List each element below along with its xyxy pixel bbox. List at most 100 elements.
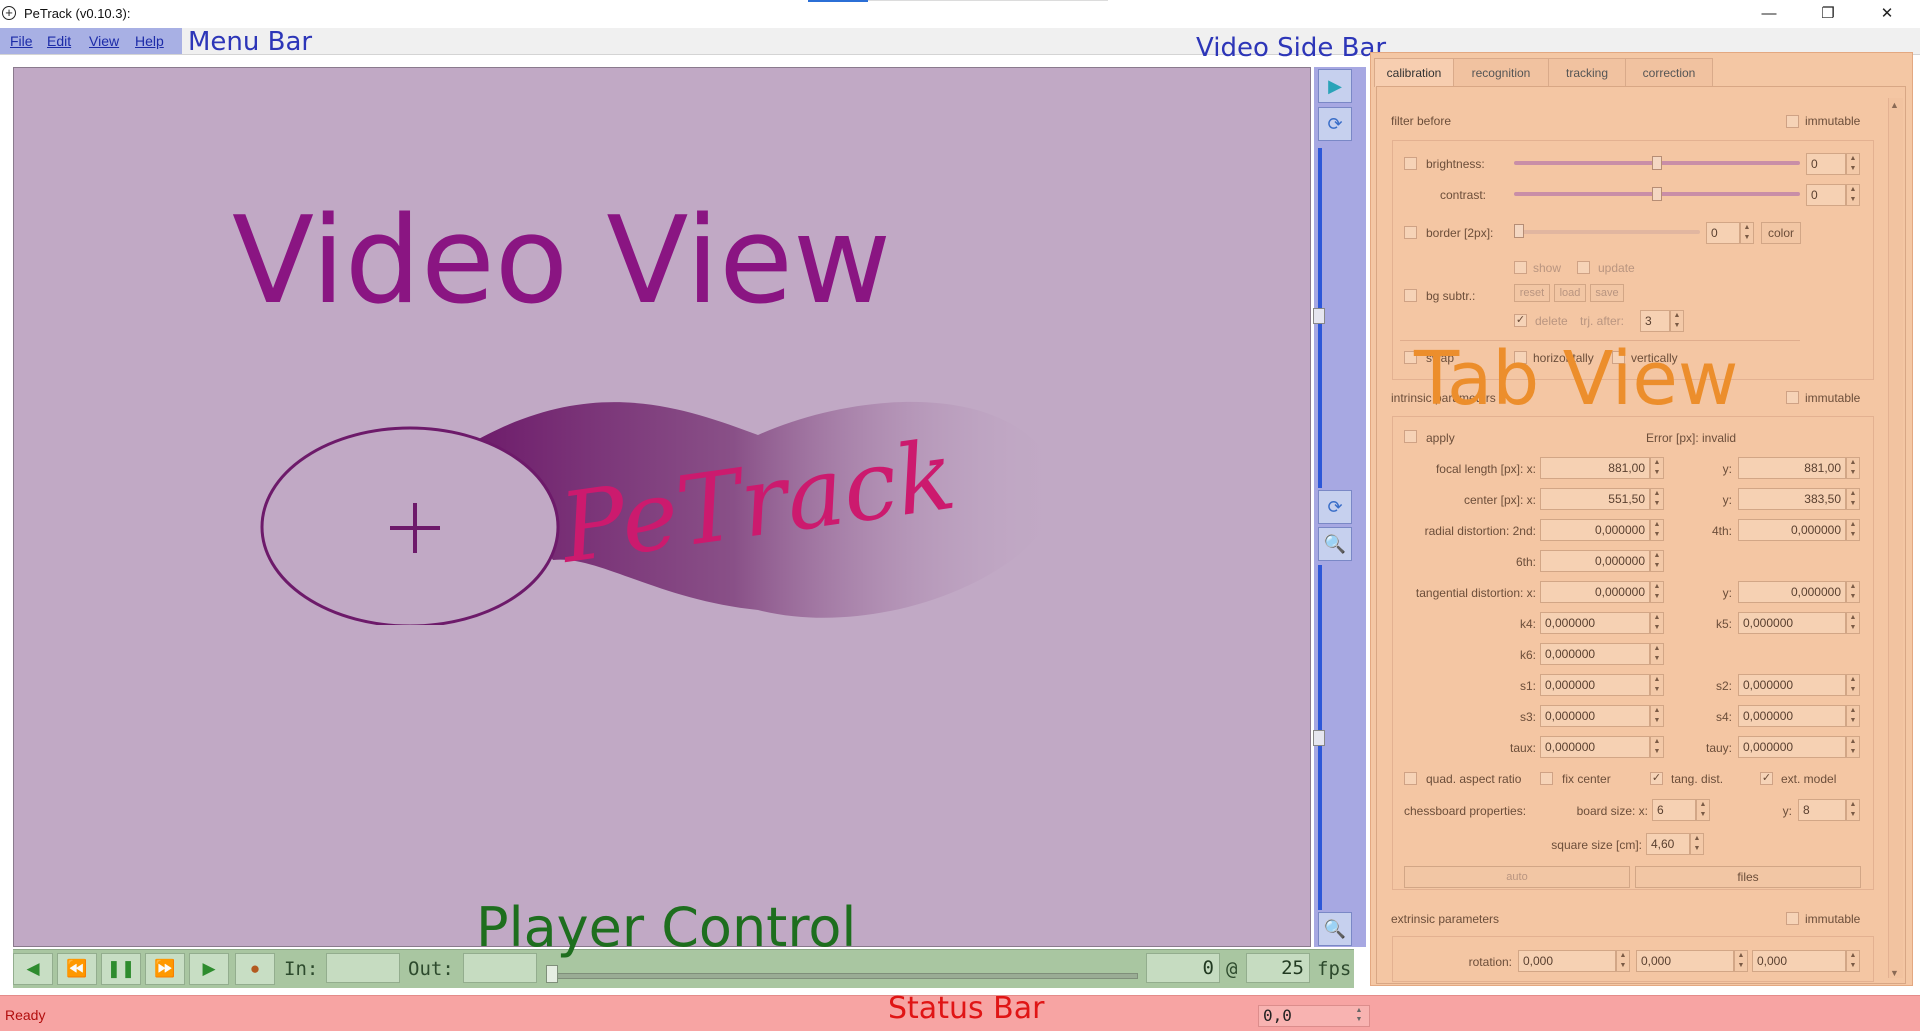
- border-checkbox[interactable]: [1404, 226, 1417, 239]
- coordinate-spin[interactable]: ▲ ▼: [1350, 1006, 1368, 1026]
- frame-number-field[interactable]: 0: [1146, 953, 1220, 983]
- taux-spin[interactable]: ▲ ▼: [1650, 736, 1664, 758]
- s3-value[interactable]: 0,000000: [1540, 705, 1650, 727]
- zoom-icon[interactable]: 🔍: [1318, 912, 1352, 946]
- radial-4th-spin[interactable]: ▲ ▼: [1846, 519, 1860, 541]
- focal-length-y[interactable]: 881,00: [1738, 457, 1846, 479]
- tangential-y-spin[interactable]: ▲ ▼: [1846, 581, 1860, 603]
- minimize-button[interactable]: —: [1740, 0, 1798, 28]
- radial-2nd-spin[interactable]: ▲ ▼: [1650, 519, 1664, 541]
- k5-value[interactable]: 0,000000: [1738, 612, 1846, 634]
- bg-delete-checkbox[interactable]: ✓: [1514, 314, 1527, 327]
- rotation-x-spin[interactable]: ▲ ▼: [1616, 950, 1630, 972]
- border-spin[interactable]: ▲ ▼: [1740, 222, 1754, 244]
- tab-calibration[interactable]: calibration: [1374, 58, 1454, 87]
- k6-value[interactable]: 0,000000: [1540, 643, 1650, 665]
- skip-back-icon[interactable]: ◀: [13, 953, 53, 985]
- tab-scrollbar[interactable]: [1888, 98, 1903, 978]
- tab-recognition[interactable]: recognition: [1453, 58, 1549, 87]
- radial-2nd[interactable]: 0,000000: [1540, 519, 1650, 541]
- fix-center-checkbox[interactable]: [1540, 772, 1553, 785]
- menu-help[interactable]: Help: [135, 33, 164, 49]
- k4-spin[interactable]: ▲ ▼: [1650, 612, 1664, 634]
- board-size-y-spin[interactable]: ▲ ▼: [1846, 799, 1860, 821]
- bg-save-button[interactable]: save: [1590, 284, 1624, 302]
- close-button[interactable]: ✕: [1858, 0, 1916, 28]
- quad-aspect-checkbox[interactable]: [1404, 772, 1417, 785]
- apply-checkbox[interactable]: [1404, 430, 1417, 443]
- tangential-y[interactable]: 0,000000: [1738, 581, 1846, 603]
- center-y-spin[interactable]: ▲ ▼: [1846, 488, 1860, 510]
- menu-view[interactable]: View: [89, 33, 119, 49]
- menu-edit[interactable]: Edit: [47, 33, 71, 49]
- s2-value[interactable]: 0,000000: [1738, 674, 1846, 696]
- play-arrow-icon[interactable]: ▶: [1318, 69, 1352, 103]
- bg-update-checkbox[interactable]: [1577, 261, 1590, 274]
- s4-value[interactable]: 0,000000: [1738, 705, 1846, 727]
- taux-value[interactable]: 0,000000: [1540, 736, 1650, 758]
- center-x[interactable]: 551,50: [1540, 488, 1650, 510]
- rotate-icon[interactable]: ⟳: [1318, 490, 1352, 524]
- border-slider-handle[interactable]: [1514, 224, 1524, 238]
- in-field[interactable]: [326, 953, 400, 983]
- filter-immutable-checkbox[interactable]: [1786, 115, 1799, 128]
- frame-slider-handle[interactable]: [546, 965, 558, 983]
- pause-icon[interactable]: ❚❚: [101, 953, 141, 985]
- s3-spin[interactable]: ▲ ▼: [1650, 705, 1664, 727]
- ext-model-checkbox[interactable]: ✓: [1760, 772, 1773, 785]
- frame-forward-icon[interactable]: ⏩: [145, 953, 185, 985]
- focal-length-y-spin[interactable]: ▲ ▼: [1846, 457, 1860, 479]
- radial-6th[interactable]: 0,000000: [1540, 550, 1650, 572]
- bg-reset-button[interactable]: reset: [1514, 284, 1550, 302]
- border-slider[interactable]: [1514, 230, 1700, 234]
- files-button[interactable]: files: [1635, 866, 1861, 888]
- rotation-z-spin[interactable]: ▲ ▼: [1846, 950, 1860, 972]
- square-size-spin[interactable]: ▲ ▼: [1690, 833, 1704, 855]
- s4-spin[interactable]: ▲ ▼: [1846, 705, 1860, 727]
- play-icon[interactable]: ▶: [189, 953, 229, 985]
- bg-show-checkbox[interactable]: [1514, 261, 1527, 274]
- bg-subtr-checkbox[interactable]: [1404, 289, 1417, 302]
- contrast-value[interactable]: 0: [1806, 184, 1846, 206]
- tang-dist-checkbox[interactable]: ✓: [1650, 772, 1663, 785]
- auto-button[interactable]: auto: [1404, 866, 1630, 888]
- tab-correction[interactable]: correction: [1625, 58, 1713, 87]
- rotation-y[interactable]: 0,000: [1636, 950, 1734, 972]
- center-y[interactable]: 383,50: [1738, 488, 1846, 510]
- brightness-spin[interactable]: ▲ ▼: [1846, 153, 1860, 175]
- tangential-x-spin[interactable]: ▲ ▼: [1650, 581, 1664, 603]
- board-size-x-spin[interactable]: ▲ ▼: [1696, 799, 1710, 821]
- radial-4th[interactable]: 0,000000: [1738, 519, 1846, 541]
- tauy-value[interactable]: 0,000000: [1738, 736, 1846, 758]
- radial-6th-spin[interactable]: ▲ ▼: [1650, 550, 1664, 572]
- rotate-icon[interactable]: ⟳: [1318, 107, 1352, 141]
- trj-after-value[interactable]: 3: [1640, 310, 1670, 332]
- zoom-icon[interactable]: 🔍: [1318, 527, 1352, 561]
- menu-file[interactable]: File: [10, 33, 33, 49]
- trj-after-spin[interactable]: ▲ ▼: [1670, 310, 1684, 332]
- k5-spin[interactable]: ▲ ▼: [1846, 612, 1860, 634]
- rotation-z[interactable]: 0,000: [1752, 950, 1846, 972]
- board-size-y[interactable]: 8: [1798, 799, 1846, 821]
- intrinsic-immutable-checkbox[interactable]: [1786, 391, 1799, 404]
- contrast-slider-handle[interactable]: [1652, 187, 1662, 201]
- zoom-slider-handle[interactable]: [1313, 308, 1325, 324]
- k6-spin[interactable]: ▲ ▼: [1650, 643, 1664, 665]
- contrast-spin[interactable]: ▲ ▼: [1846, 184, 1860, 206]
- maximize-button[interactable]: ❐: [1799, 0, 1857, 28]
- record-icon[interactable]: ●: [235, 953, 275, 985]
- fps-field[interactable]: 25: [1246, 953, 1310, 983]
- frame-back-icon[interactable]: ⏪: [57, 953, 97, 985]
- rotation-x[interactable]: 0,000: [1518, 950, 1616, 972]
- frame-slider[interactable]: [550, 973, 1138, 979]
- tab-tracking[interactable]: tracking: [1548, 58, 1626, 87]
- k4-value[interactable]: 0,000000: [1540, 612, 1650, 634]
- tangential-x[interactable]: 0,000000: [1540, 581, 1650, 603]
- square-size-value[interactable]: 4,60: [1646, 833, 1690, 855]
- scroll-up-icon[interactable]: ▲: [1890, 100, 1899, 110]
- scroll-down-icon[interactable]: ▼: [1890, 968, 1899, 978]
- tauy-spin[interactable]: ▲ ▼: [1846, 736, 1860, 758]
- brightness-checkbox[interactable]: [1404, 157, 1417, 170]
- focal-length-x[interactable]: 881,00: [1540, 457, 1650, 479]
- board-size-x[interactable]: 6: [1652, 799, 1696, 821]
